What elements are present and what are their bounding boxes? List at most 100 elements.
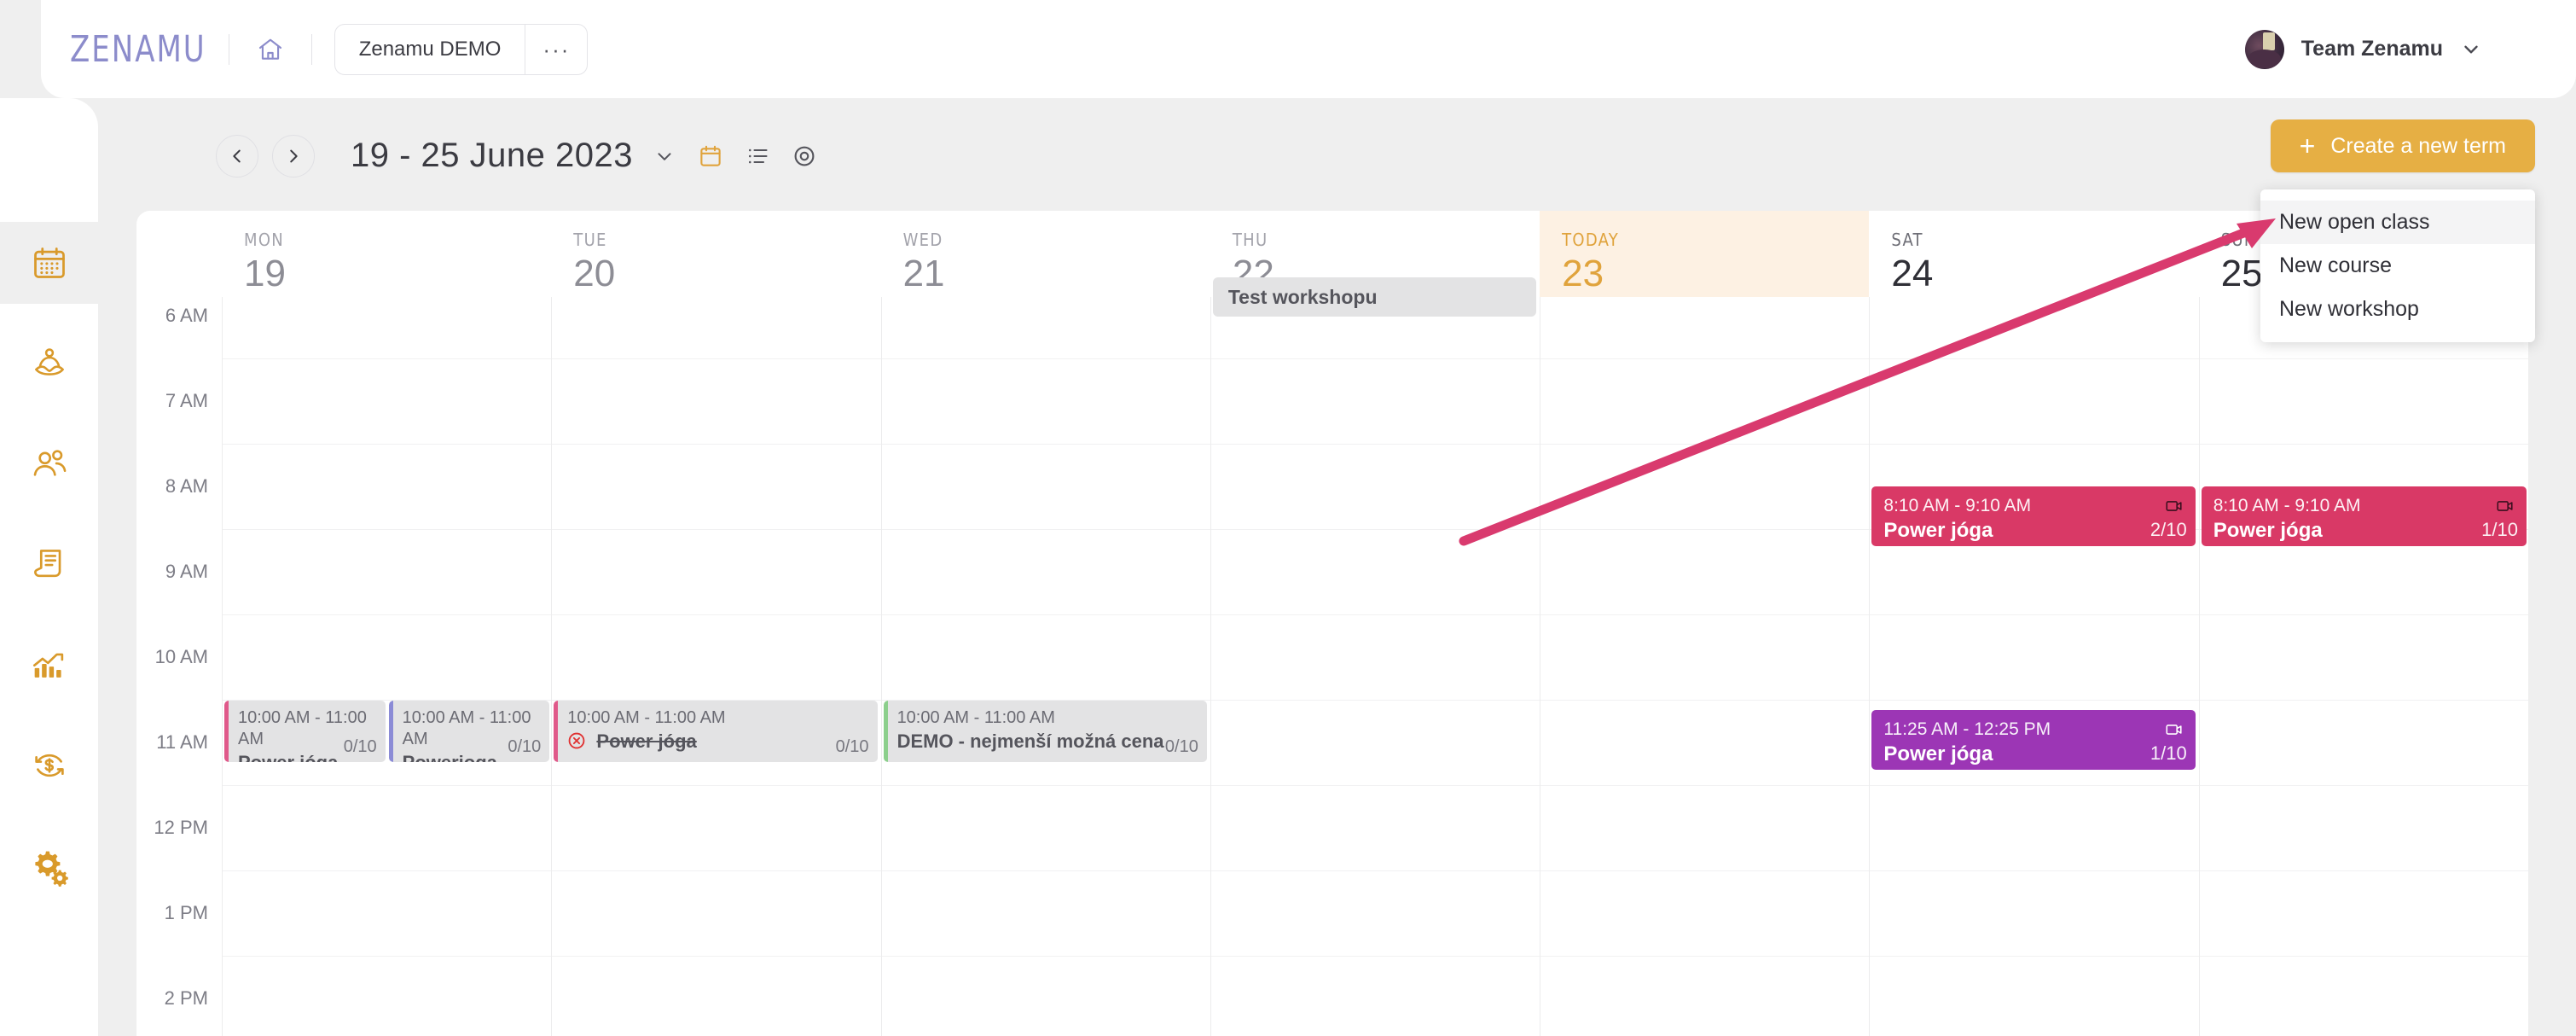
event-capacity: 0/10 <box>508 737 542 756</box>
day-header-today[interactable]: TODAY 23 <box>1540 211 1870 297</box>
calendar-grid: MON 19 TUE 20 WED 21 THU 22 TODAY 23 SAT… <box>136 211 2528 1036</box>
menu-item-new-course[interactable]: New course <box>2260 244 2535 288</box>
eye-icon[interactable] <box>792 143 817 169</box>
sidebar-item-calendar[interactable] <box>0 193 98 333</box>
hour-label: 6 AM <box>165 305 208 326</box>
event-time: 11:25 AM - 12:25 PM <box>1883 719 2051 739</box>
event-title: Test workshopu <box>1227 286 1378 309</box>
hour-label: 10 AM <box>154 646 208 667</box>
day-columns: 10:00 AM - 11:00 AM Power jóga 0/10 10:0… <box>222 277 2528 1036</box>
hour-label: 7 AM <box>165 390 208 411</box>
day-header-number: 19 <box>244 253 286 294</box>
sidebar-item-statistics[interactable] <box>0 624 98 706</box>
hour-label: 8 AM <box>165 475 208 497</box>
day-header-sat[interactable]: SAT 24 <box>1869 211 2198 297</box>
list-view-icon[interactable] <box>746 144 769 168</box>
people-icon <box>30 444 69 483</box>
calendar-picker-icon[interactable] <box>698 143 723 169</box>
video-camera-icon <box>2165 497 2184 520</box>
event-time: 10:00 AM - 11:00 AM <box>567 708 726 727</box>
event-card[interactable]: 8:10 AM - 9:10 AM Power jóga 1/10 <box>2201 486 2527 546</box>
event-card[interactable]: 10:00 AM - 11:00 AM Power jóga 0/10 <box>224 701 386 762</box>
day-column-mon[interactable]: 10:00 AM - 11:00 AM Power jóga 0/10 10:0… <box>222 297 551 1036</box>
event-card-allday[interactable]: Test workshopu <box>1212 277 1537 317</box>
hour-label: 12 PM <box>154 817 208 838</box>
event-title: Power jóga <box>2213 519 2323 543</box>
create-new-term-button[interactable]: + Create a new term <box>2270 119 2535 172</box>
create-term-dropdown: New open class New course New workshop <box>2260 189 2535 342</box>
event-title: Power jóga <box>567 730 868 754</box>
event-card[interactable]: 11:25 AM - 12:25 PM Power jóga 1/10 <box>1871 710 2196 770</box>
day-column-sat[interactable]: 8:10 AM - 9:10 AM Power jóga 2/10 11:25 … <box>1869 297 2198 1036</box>
sidebar-item-clients[interactable] <box>0 422 98 504</box>
top-bar: ZENAMU Zenamu DEMO ··· Team Zenamu <box>41 0 2576 98</box>
event-capacity: 0/10 <box>343 737 377 756</box>
day-header-number: 24 <box>1891 253 1934 294</box>
create-new-term-label: Create a new term <box>2330 133 2506 158</box>
video-camera-icon <box>2496 497 2515 520</box>
event-card[interactable]: 10:00 AM - 11:00 AM Powerjoga vpondeli 0… <box>388 701 550 762</box>
menu-item-new-workshop[interactable]: New workshop <box>2260 288 2535 331</box>
calendar-body: 6 AM 7 AM 8 AM 9 AM 10 AM 11 AM 12 PM 1 … <box>136 277 2528 1036</box>
home-icon[interactable] <box>252 31 289 68</box>
event-title: Power jóga <box>1883 519 1993 543</box>
prev-week-button[interactable] <box>216 134 258 178</box>
hour-label: 1 PM <box>164 902 208 923</box>
sidebar-item-classes[interactable] <box>0 323 98 405</box>
date-range-label[interactable]: 19 - 25 June 2023 <box>351 137 633 175</box>
brand-logo[interactable]: ZENAMU <box>70 28 206 71</box>
day-header-dow: SAT <box>1891 230 1923 250</box>
day-header-mon[interactable]: MON 19 <box>222 211 551 297</box>
workspace-more-button[interactable]: ··· <box>525 38 587 61</box>
avatar <box>2244 29 2284 69</box>
event-capacity: 1/10 <box>2481 519 2518 540</box>
event-time: 8:10 AM - 9:10 AM <box>2213 496 2361 515</box>
hour-label: 2 PM <box>164 987 208 1009</box>
menu-item-new-open-class[interactable]: New open class <box>2260 201 2535 244</box>
time-gutter: 6 AM 7 AM 8 AM 9 AM 10 AM 11 AM 12 PM 1 … <box>136 297 222 1036</box>
workspace-name[interactable]: Zenamu DEMO <box>335 38 525 61</box>
sidebar-item-documents[interactable] <box>0 523 98 605</box>
day-header-dow: WED <box>902 230 943 250</box>
event-card[interactable]: 10:00 AM - 11:00 AM DEMO - nejmenší možn… <box>883 701 1207 762</box>
day-header-number: 20 <box>573 253 616 294</box>
chevron-down-icon[interactable] <box>653 145 676 167</box>
divider <box>310 33 312 65</box>
chevron-down-icon[interactable] <box>2460 38 2482 61</box>
hour-label: 9 AM <box>165 561 208 582</box>
calendar-icon <box>31 244 68 282</box>
event-card[interactable]: 10:00 AM - 11:00 AM Power jóga 0/10 <box>554 701 878 762</box>
calendar-toolbar: 19 - 25 June 2023 <box>98 98 2576 213</box>
day-header-dow: MON <box>244 230 285 250</box>
next-week-button[interactable] <box>272 134 315 178</box>
event-title-text: Power jóga <box>596 730 697 752</box>
hour-label: 11 AM <box>156 731 208 753</box>
event-capacity: 1/10 <box>2150 742 2187 764</box>
day-header-number: 23 <box>1562 253 1604 294</box>
event-card[interactable]: 8:10 AM - 9:10 AM Power jóga 2/10 <box>1871 486 2196 546</box>
day-column-thu[interactable]: Test workshopu <box>1210 277 1540 1036</box>
day-column-tue[interactable]: 10:00 AM - 11:00 AM Power jóga 0/10 <box>551 297 880 1036</box>
sidebar-item-settings[interactable] <box>0 825 98 907</box>
sidebar-item-payments[interactable] <box>0 725 98 806</box>
plus-icon: + <box>2299 131 2316 161</box>
invoice-document-icon <box>30 544 69 584</box>
day-column-sun[interactable]: 8:10 AM - 9:10 AM Power jóga 1/10 <box>2198 297 2528 1036</box>
day-column-wed[interactable]: 10:00 AM - 11:00 AM DEMO - nejmenší možn… <box>880 297 1210 1036</box>
cancelled-x-icon <box>567 731 586 750</box>
day-header-tue[interactable]: TUE 20 <box>551 211 880 297</box>
workspace-chip[interactable]: Zenamu DEMO ··· <box>334 23 589 75</box>
user-name: Team Zenamu <box>2300 37 2443 61</box>
gears-icon <box>29 846 70 887</box>
event-time: 10:00 AM - 11:00 AM <box>896 708 1055 727</box>
event-title: Power jóga <box>1883 742 1993 766</box>
sidebar <box>0 98 98 1036</box>
event-capacity: 0/10 <box>835 737 869 756</box>
event-time: 8:10 AM - 9:10 AM <box>1883 496 2032 515</box>
event-capacity: 2/10 <box>2150 519 2187 540</box>
day-column-today[interactable] <box>1540 297 1869 1036</box>
day-header-dow: TODAY <box>1562 230 1620 250</box>
user-menu[interactable]: Team Zenamu <box>2244 29 2482 69</box>
time-gutter-header <box>136 211 222 297</box>
day-header-wed[interactable]: WED 21 <box>881 211 1210 297</box>
